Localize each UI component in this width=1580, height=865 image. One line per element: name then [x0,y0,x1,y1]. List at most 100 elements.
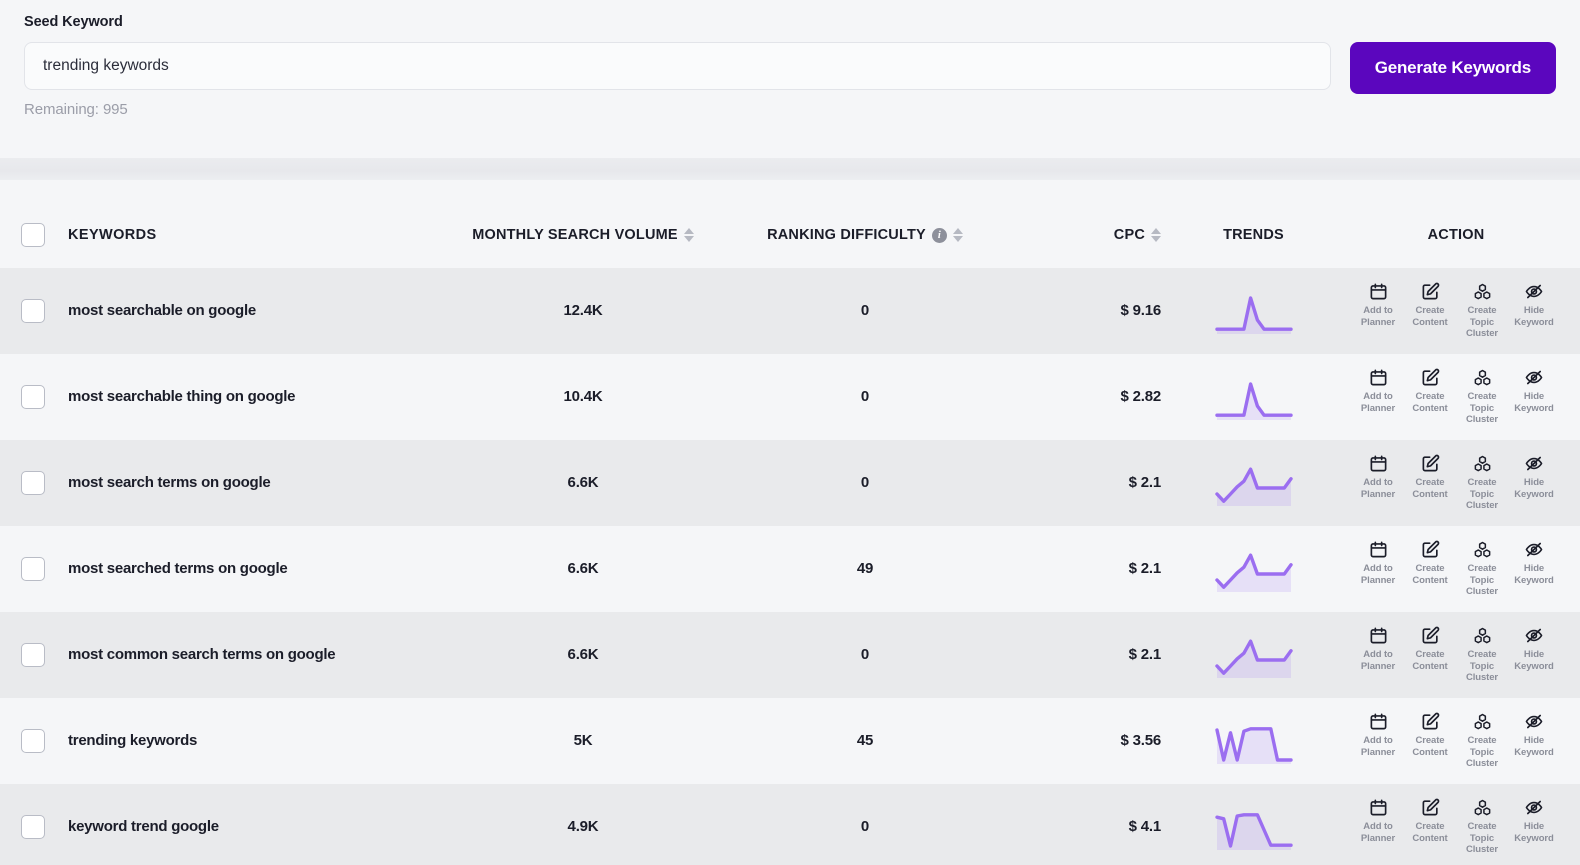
cpc-cell: $ 2.82 [1010,388,1175,406]
eye-slash-icon [1524,712,1544,731]
action-label: Add to Planner [1360,821,1396,844]
calendar-action-button[interactable]: Add to Planner [1352,454,1404,500]
action-label: Create Content [1412,563,1448,586]
calendar-action-button[interactable]: Add to Planner [1352,540,1404,586]
table-row-7[interactable]: keyword trend google 4.9K 0 $ 4.1 Add to… [0,784,1580,865]
keyword-cell: most search terms on google [66,474,446,492]
column-label-difficulty-text: RANKING DIFFICULTY [767,227,926,243]
calendar-icon [1369,454,1388,473]
eye-slash-icon [1524,626,1544,645]
row-checkbox[interactable] [21,815,45,839]
column-label-volume-text: MONTHLY SEARCH VOLUME [472,227,678,243]
action-label: Add to Planner [1360,735,1396,758]
seed-keyword-section: Seed Keyword Remaining: 995 Generate Key… [0,0,1580,158]
topic-cluster-action-button[interactable]: Create Topic Cluster [1456,626,1508,684]
pencil-square-action-button[interactable]: Create Content [1404,626,1456,672]
trend-sparkline-spark-rise-plateau [1213,628,1295,682]
table-row-6[interactable]: trending keywords 5K 45 $ 3.56 Add to Pla… [0,698,1580,784]
topic-cluster-action-button[interactable]: Create Topic Cluster [1456,282,1508,340]
sort-volume-icon[interactable] [683,228,694,242]
select-all-checkbox[interactable] [21,223,45,247]
topic-cluster-icon [1472,282,1493,301]
action-label: Hide Keyword [1514,477,1554,500]
trend-cell [1175,542,1332,596]
row-checkbox[interactable] [21,385,45,409]
pencil-square-action-button[interactable]: Create Content [1404,282,1456,328]
action-label: Create Topic Cluster [1465,735,1499,770]
action-label: Create Topic Cluster [1465,563,1499,598]
calendar-action-button[interactable]: Add to Planner [1352,368,1404,414]
eye-slash-action-button[interactable]: Hide Keyword [1508,540,1560,586]
sort-cpc-icon[interactable] [1151,228,1161,242]
keyword-text: trending keywords [68,732,198,749]
topic-cluster-icon [1472,368,1493,387]
eye-slash-action-button[interactable]: Hide Keyword [1508,712,1560,758]
pencil-square-action-button[interactable]: Create Content [1404,368,1456,414]
calendar-action-button[interactable]: Add to Planner [1352,712,1404,758]
keywords-table: KEYWORDS MONTHLY SEARCH VOLUME RANKING D… [0,202,1580,865]
calendar-icon [1369,540,1388,559]
seed-keyword-label: Seed Keyword [24,14,123,30]
action-buttons: Add to Planner Create Content Create Topic Cl… [1352,368,1560,426]
pencil-square-action-button[interactable]: Create Content [1404,712,1456,758]
action-label: Add to Planner [1360,649,1396,672]
cpc-cell: $ 2.1 [1010,560,1175,578]
eye-slash-action-button[interactable]: Hide Keyword [1508,798,1560,844]
calendar-icon [1369,712,1388,731]
eye-slash-icon [1524,454,1544,473]
difficulty-value: 0 [860,474,870,491]
cpc-value: $ 2.82 [1120,388,1161,405]
cpc-cell: $ 2.1 [1010,646,1175,664]
table-row-2[interactable]: most searchable thing on google 10.4K 0 … [0,354,1580,440]
calendar-action-button[interactable]: Add to Planner [1352,798,1404,844]
row-checkbox[interactable] [21,643,45,667]
section-divider-band [0,158,1580,180]
action-label: Hide Keyword [1514,563,1554,586]
calendar-action-button[interactable]: Add to Planner [1352,626,1404,672]
row-checkbox[interactable] [21,729,45,753]
seed-keyword-input[interactable] [24,42,1331,90]
row-checkbox[interactable] [21,471,45,495]
volume-cell: 6.6K [446,560,720,578]
action-label: Hide Keyword [1514,821,1554,844]
difficulty-value: 0 [860,818,870,835]
pencil-square-action-button[interactable]: Create Content [1404,798,1456,844]
trend-sparkline-spark-peak-center [1213,284,1295,338]
remaining-count: Remaining: 995 [24,101,128,118]
info-icon[interactable]: i [931,227,947,243]
difficulty-value: 0 [860,302,870,319]
column-label-volume: MONTHLY SEARCH VOLUME [472,227,694,243]
calendar-action-button[interactable]: Add to Planner [1352,282,1404,328]
eye-slash-action-button[interactable]: Hide Keyword [1508,282,1560,328]
table-row-5[interactable]: most common search terms on google 6.6K … [0,612,1580,698]
eye-slash-action-button[interactable]: Hide Keyword [1508,626,1560,672]
keyword-cell: most common search terms on google [66,646,446,664]
table-row-3[interactable]: most search terms on google 6.6K 0 $ 2.1… [0,440,1580,526]
topic-cluster-icon [1472,454,1493,473]
topic-cluster-action-button[interactable]: Create Topic Cluster [1456,540,1508,598]
keyword-text: most common search terms on google [68,646,336,663]
eye-slash-action-button[interactable]: Hide Keyword [1508,368,1560,414]
row-checkbox[interactable] [21,557,45,581]
topic-cluster-action-button[interactable]: Create Topic Cluster [1456,712,1508,770]
section-divider-gap [0,180,1580,202]
row-checkbox[interactable] [21,299,45,323]
topic-cluster-action-button[interactable]: Create Topic Cluster [1456,454,1508,512]
generate-keywords-button[interactable]: Generate Keywords [1349,42,1556,94]
action-label: Create Content [1412,477,1448,500]
action-buttons: Add to Planner Create Content Create Topic Cl… [1352,798,1560,856]
sort-difficulty-icon[interactable] [952,228,963,242]
topic-cluster-action-button[interactable]: Create Topic Cluster [1456,798,1508,856]
table-row-4[interactable]: most searched terms on google 6.6K 49 $ … [0,526,1580,612]
trend-cell [1175,284,1332,338]
pencil-square-action-button[interactable]: Create Content [1404,540,1456,586]
eye-slash-action-button[interactable]: Hide Keyword [1508,454,1560,500]
column-header-keywords: KEYWORDS [66,226,446,244]
topic-cluster-action-button[interactable]: Create Topic Cluster [1456,368,1508,426]
pencil-square-action-button[interactable]: Create Content [1404,454,1456,500]
action-label: Create Content [1412,649,1448,672]
volume-value: 6.6K [567,646,599,663]
action-cell: Add to Planner Create Content Create Topic Cl… [1332,368,1580,426]
difficulty-cell: 0 [720,388,1010,406]
table-row-1[interactable]: most searchable on google 12.4K 0 $ 9.16… [0,268,1580,354]
